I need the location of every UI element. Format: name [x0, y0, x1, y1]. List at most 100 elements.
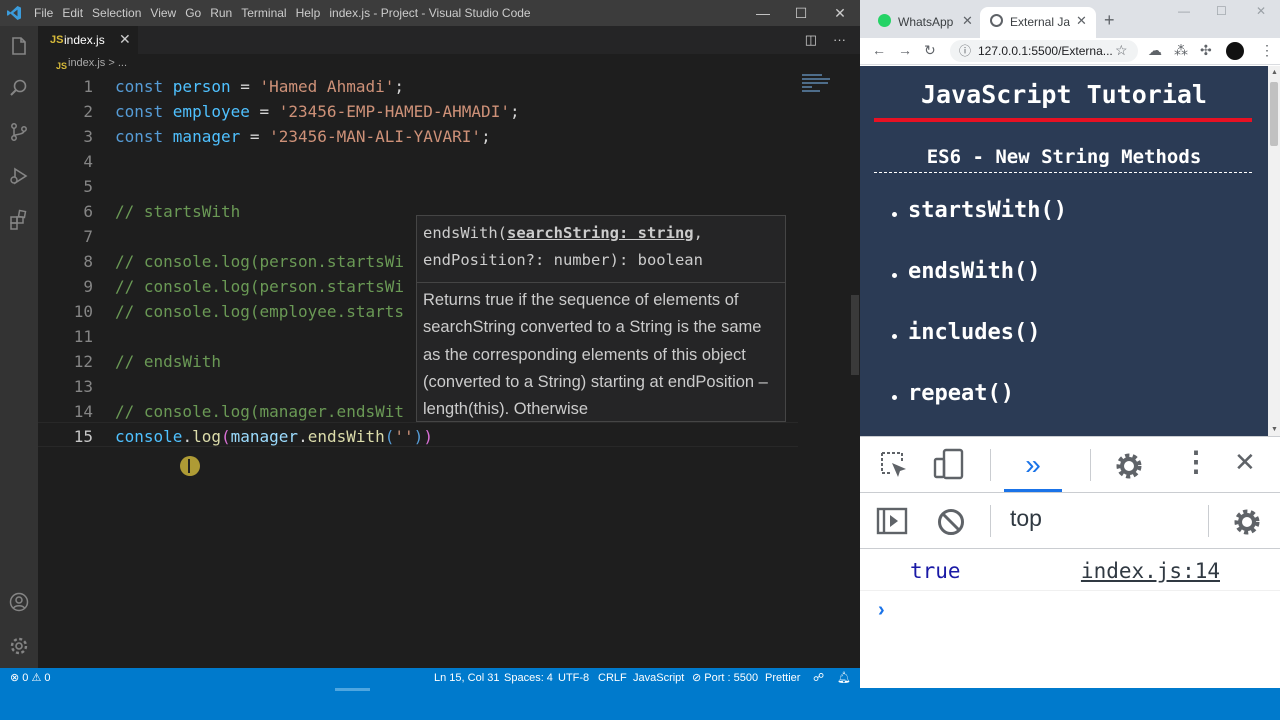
inspect-element-icon[interactable] [878, 449, 910, 481]
eol-status[interactable]: CRLF [598, 668, 627, 688]
prettier-status[interactable]: Prettier [765, 668, 800, 688]
browser-tab-whatsapp[interactable]: WhatsApp ✕ [868, 7, 978, 38]
source-control-icon[interactable] [5, 118, 33, 146]
menu-run[interactable]: Run [210, 0, 239, 26]
parameter-hint-tooltip: endsWith(searchString: string, endPositio… [416, 215, 786, 422]
profile-avatar[interactable] [1226, 42, 1244, 60]
breadcrumb[interactable]: JS index.js > ... [38, 54, 860, 74]
close-tab-icon[interactable]: ✕ [962, 13, 973, 29]
line-code: console.log(manager.endsWith('')) [115, 424, 433, 449]
reload-icon[interactable]: ↻ [924, 42, 936, 59]
code-token: ) [413, 427, 424, 446]
maximize-button[interactable]: ☐ [782, 0, 820, 26]
code-token: ; [394, 77, 404, 96]
console-prompt-icon[interactable]: › [878, 599, 885, 622]
language-mode[interactable]: JavaScript [633, 668, 684, 688]
notifications-bell-icon[interactable]: 🔔︎ [837, 668, 851, 688]
device-toolbar-icon[interactable] [932, 447, 966, 481]
settings-gear-icon[interactable] [5, 632, 33, 660]
code-token: manager [172, 127, 241, 146]
page-scrollbar[interactable]: ▲ ▼ [1268, 66, 1280, 436]
extensions-puzzle-icon[interactable]: ✣ [1200, 42, 1212, 59]
close-tab-icon[interactable]: ✕ [1076, 13, 1087, 29]
indentation-status[interactable]: Spaces: 4 [504, 668, 553, 688]
bookmark-star-icon[interactable]: ☆ [1115, 42, 1128, 59]
more-tabs-icon[interactable]: » [1004, 445, 1062, 485]
account-icon[interactable] [5, 588, 33, 616]
browser-menu-icon[interactable]: ⋮ [1260, 42, 1274, 59]
devtools-toolbar: » ⋮ ✕ [860, 437, 1280, 493]
console-settings-gear-icon[interactable] [1230, 505, 1264, 539]
code-line[interactable]: 5 [38, 174, 798, 199]
vscode-logo-icon [7, 6, 21, 20]
menu-file[interactable]: File [34, 0, 60, 26]
close-devtools-icon[interactable]: ✕ [1234, 447, 1256, 478]
close-tab-icon[interactable]: ✕ [119, 31, 131, 48]
code-token: ; [509, 102, 520, 121]
encoding-status[interactable]: UTF-8 [558, 668, 589, 688]
address-bar[interactable]: ⓘ 127.0.0.1:5500/Externa... [950, 40, 1138, 62]
toolbar-separator [990, 449, 991, 481]
cursor-position[interactable]: Ln 15, Col 31 [434, 668, 499, 688]
line-number: 7 [83, 227, 93, 246]
site-info-icon[interactable]: ⓘ [959, 40, 971, 62]
scroll-down-icon[interactable]: ▼ [1271, 426, 1278, 433]
close-window-button[interactable]: ✕ [821, 0, 859, 26]
browser-window: WhatsApp ✕ External Java ✕ + — ☐ ✕ ← → ↻… [860, 0, 1280, 688]
browser-tab-external[interactable]: External Java ✕ [980, 7, 1096, 38]
line-code: // console.log(person.startsWi [115, 249, 404, 274]
console-toolbar: top [860, 493, 1280, 549]
devtools-settings-gear-icon[interactable] [1112, 449, 1146, 483]
extensions-icon[interactable] [5, 206, 33, 234]
menu-edit[interactable]: Edit [62, 0, 90, 26]
code-token: ) [423, 427, 433, 446]
search-icon[interactable] [5, 74, 33, 102]
menu-view[interactable]: View [150, 0, 183, 26]
code-line[interactable]: 15 console.log(manager.endsWith('')) [38, 424, 798, 449]
console-source-link[interactable]: index.js:14 [1081, 559, 1220, 583]
taskbar-active-indicator [335, 688, 370, 691]
new-tab-button[interactable]: + [1104, 10, 1115, 31]
title-underline [874, 118, 1252, 122]
split-editor-icon[interactable]: ◫ [805, 32, 817, 48]
problems-indicator[interactable]: ⊗ 0 ⚠ 0 [10, 668, 50, 688]
minimize-button[interactable]: — [744, 0, 782, 26]
code-line[interactable]: 3 const manager = '23456-MAN-ALI-YAVARI'; [38, 124, 798, 149]
code-token: const [115, 102, 173, 121]
extension-icon[interactable]: ⁂ [1174, 42, 1188, 59]
active-tab-indicator [1004, 489, 1062, 492]
back-icon[interactable]: ← [872, 42, 886, 58]
run-debug-icon[interactable] [5, 162, 33, 190]
scroll-up-icon[interactable]: ▲ [1271, 69, 1278, 76]
code-line[interactable]: 1 const person = 'Hamed Ahmadi'; [38, 74, 798, 99]
show-sidebar-icon[interactable] [876, 507, 908, 535]
menu-go[interactable]: Go [185, 0, 208, 26]
devtools-menu-icon[interactable]: ⋮ [1182, 445, 1210, 478]
explorer-icon[interactable] [5, 32, 33, 60]
more-actions-icon[interactable]: ··· [833, 32, 846, 48]
forward-icon[interactable]: → [898, 42, 912, 58]
code-token: console [115, 427, 183, 446]
code-line[interactable]: 4 [38, 149, 798, 174]
clear-console-icon[interactable] [936, 507, 966, 537]
execution-context-select[interactable]: top [1010, 505, 1042, 532]
browser-maximize-button[interactable]: ☐ [1216, 4, 1227, 18]
live-server-port[interactable]: ⊘ Port : 5500 [692, 668, 758, 688]
menu-terminal[interactable]: Terminal [241, 0, 293, 26]
editor-scrollbar-thumb[interactable] [851, 295, 859, 375]
extension-icon[interactable]: ☁ [1148, 42, 1162, 59]
line-code: // startsWith [115, 199, 240, 224]
feedback-icon[interactable]: ☍ [813, 668, 824, 688]
menu-selection[interactable]: Selection [92, 0, 148, 26]
line-number: 10 [73, 302, 93, 321]
code-line[interactable]: 2 const employee = '23456-EMP-HAMED-AHMAD… [38, 99, 798, 124]
code-token: = [230, 77, 260, 96]
browser-close-button[interactable]: ✕ [1256, 4, 1266, 18]
minimap[interactable] [802, 74, 832, 94]
tab-index-js[interactable]: JS index.js ✕ [38, 26, 138, 54]
page-scrollbar-thumb[interactable] [1270, 82, 1278, 146]
menu-help[interactable]: Help [296, 0, 328, 26]
browser-minimize-button[interactable]: — [1178, 4, 1190, 18]
devtools-panel: » ⋮ ✕ top true index.js:14 › [860, 436, 1280, 688]
tooltip-divider [417, 282, 785, 283]
